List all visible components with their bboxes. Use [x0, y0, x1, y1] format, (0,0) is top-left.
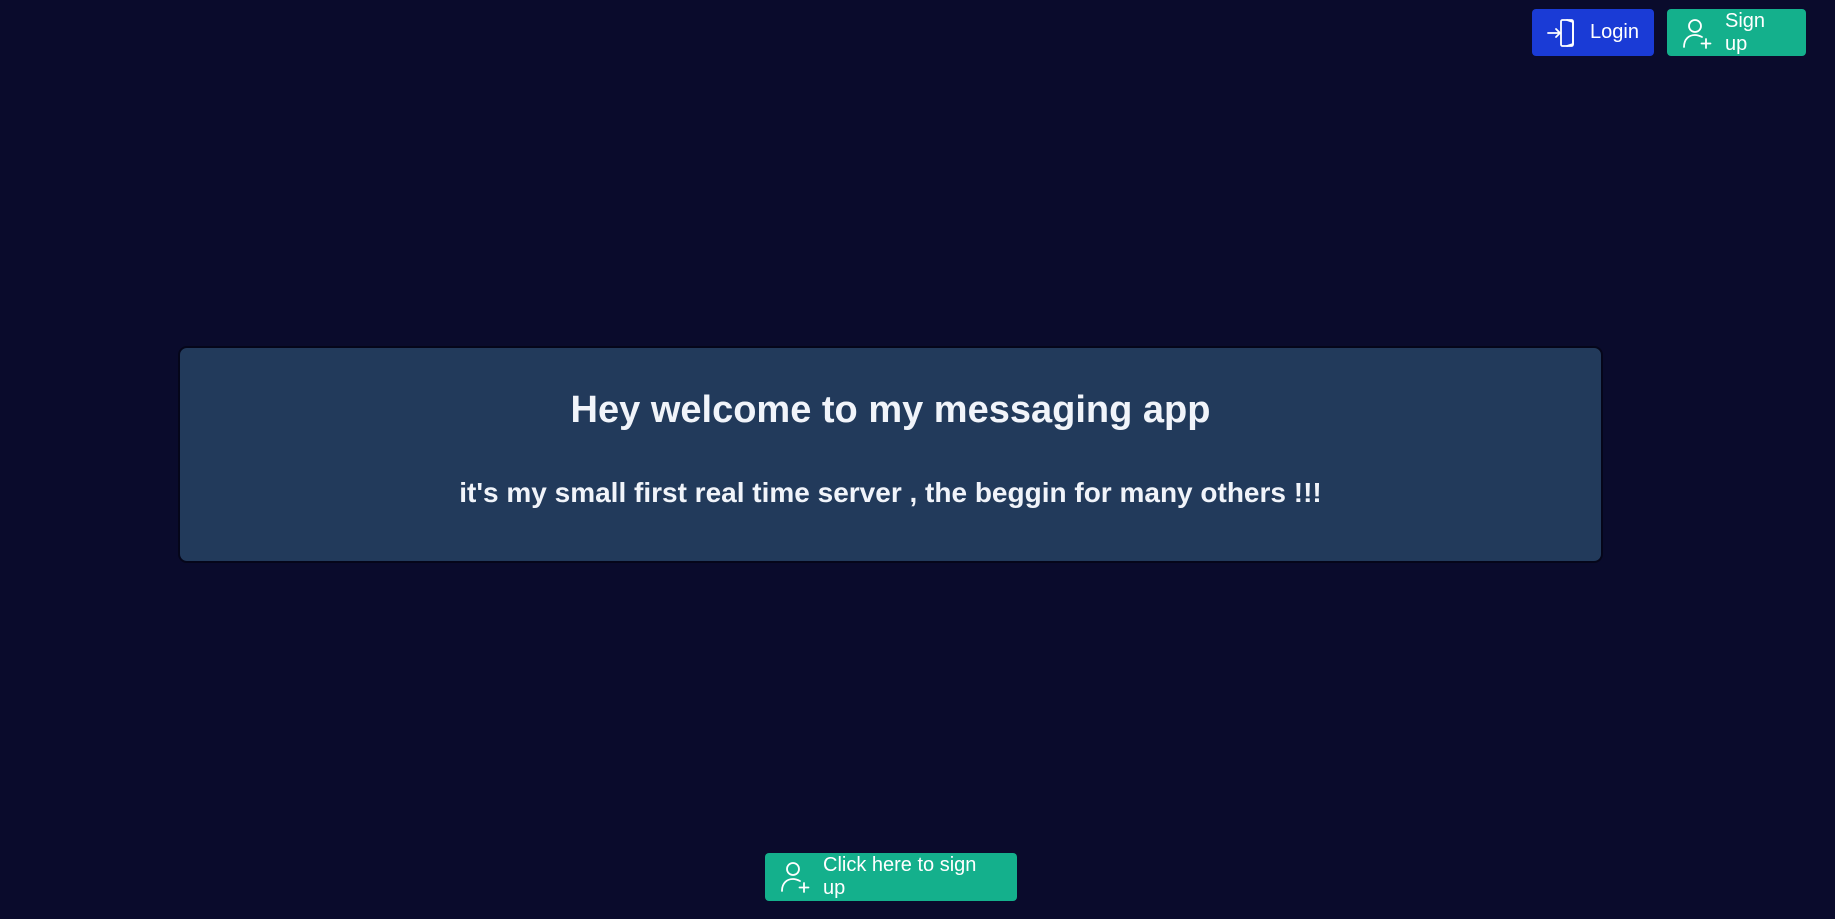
login-label: Login: [1590, 21, 1639, 43]
user-plus-icon: [779, 860, 811, 894]
signup-button[interactable]: Sign up: [1667, 9, 1806, 56]
page: Login Sign up Hey welcome to my messagin…: [0, 0, 1835, 919]
signup-cta-button[interactable]: Click here to sign up: [765, 853, 1017, 901]
login-door-icon: [1546, 17, 1578, 49]
signup-cta-label: Click here to sign up: [823, 854, 977, 899]
signup-label: Sign up: [1725, 9, 1766, 55]
page-title: Hey welcome to my messaging app: [570, 389, 1211, 431]
login-button[interactable]: Login: [1532, 9, 1654, 56]
page-subtitle: it's my small first real time server , t…: [459, 477, 1322, 508]
user-plus-icon: [1681, 17, 1713, 49]
top-nav: Login Sign up: [1532, 9, 1806, 56]
welcome-card: Hey welcome to my messaging app it's my …: [178, 346, 1603, 563]
